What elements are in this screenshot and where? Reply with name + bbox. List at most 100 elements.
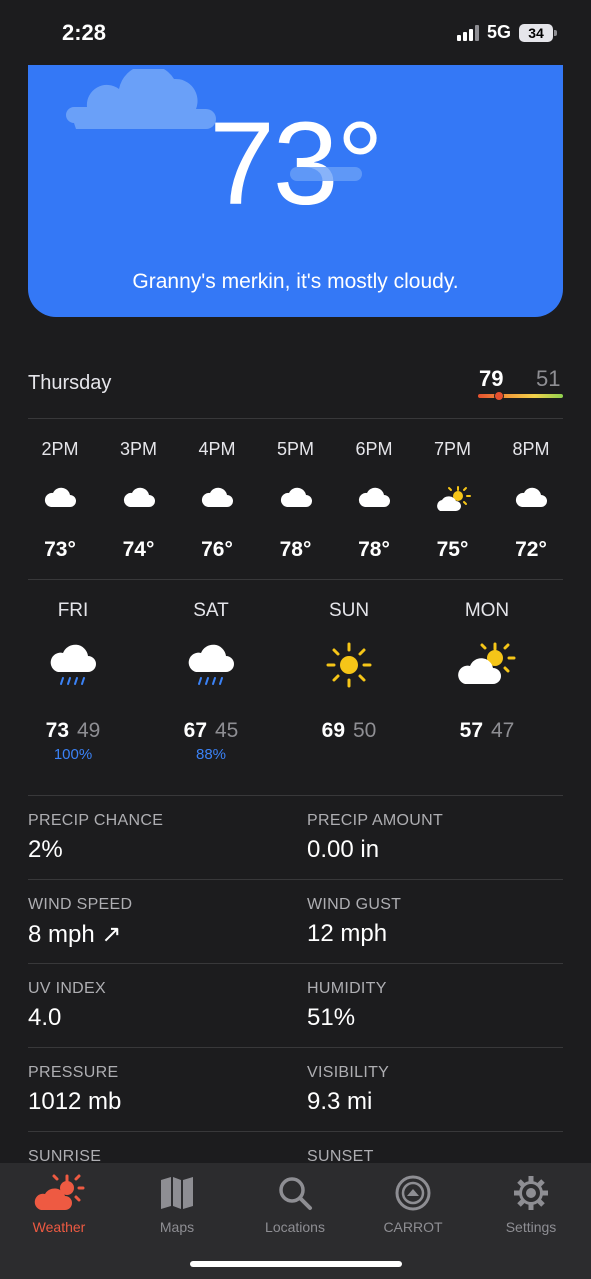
current-conditions-card[interactable]: 73° Granny's merkin, it's mostly cloudy.	[28, 65, 563, 317]
hourly-item[interactable]: 5PM 78°	[264, 419, 328, 579]
day-temps: 57 47	[418, 719, 556, 743]
battery-level: 34	[528, 24, 544, 41]
day-low: 47	[491, 719, 515, 742]
today-summary[interactable]: Thursday 79 51	[28, 362, 563, 419]
wind-speed-cell: WIND SPEED 8 mph ↗	[28, 896, 132, 949]
visibility-cell: VISIBILITY 9.3 mi	[307, 1064, 389, 1116]
hour-temp: 74°	[122, 538, 155, 561]
tab-carrot[interactable]: CARROT	[354, 1171, 472, 1235]
hourly-item[interactable]: 3PM 74°	[107, 419, 171, 579]
tab-label: Settings	[505, 1219, 557, 1235]
status-bar: 2:28 5G 34	[0, 0, 591, 66]
day-high: 69	[321, 719, 345, 742]
detail-row: UV INDEX 4.0 HUMIDITY 51%	[28, 963, 563, 1047]
day-temps: 67 45	[142, 719, 280, 743]
today-day-label: Thursday	[28, 372, 112, 394]
hour-temp: 78°	[279, 538, 312, 561]
detail-label: VISIBILITY	[307, 1064, 390, 1081]
hourly-item[interactable]: 2PM 73°	[28, 419, 92, 579]
weather-details: PRECIP CHANCE 2% PRECIP AMOUNT 0.00 in WIN…	[28, 795, 563, 1215]
day-temps: 69 50	[280, 719, 418, 743]
precip-amount-cell: PRECIP AMOUNT 0.00 in	[307, 812, 443, 864]
pressure-cell: PRESSURE 1012 mb	[28, 1064, 121, 1116]
cloud-icon	[280, 487, 312, 507]
detail-label: HUMIDITY	[307, 980, 387, 997]
detail-value: 4.0	[28, 1004, 62, 1031]
detail-label: PRECIP AMOUNT	[307, 812, 444, 829]
hour-temp: 76°	[201, 538, 233, 561]
tab-settings[interactable]: Settings	[472, 1171, 590, 1235]
detail-label: WIND GUST	[307, 896, 402, 913]
wind-gust-cell: WIND GUST 12 mph	[307, 896, 401, 948]
weather-icon	[34, 1174, 85, 1210]
day-high: 73	[45, 719, 69, 742]
tab-locations[interactable]: Locations	[236, 1171, 354, 1235]
tab-weather[interactable]: Weather	[0, 1171, 118, 1235]
detail-label: WIND SPEED	[28, 896, 133, 913]
day-label: SAT	[193, 600, 229, 621]
detail-label: PRESSURE	[28, 1064, 119, 1081]
temperature-range-bar	[478, 394, 563, 398]
battery-icon: 34	[519, 23, 557, 42]
detail-value: 51%	[307, 1004, 356, 1031]
today-low: 51	[536, 366, 561, 391]
day-temps: 73 49	[4, 719, 142, 743]
hour-temp: 75°	[436, 538, 469, 561]
day-low: 50	[353, 719, 377, 742]
detail-value: 1012 mb	[28, 1088, 122, 1115]
hourly-item[interactable]: 4PM 76°	[185, 419, 249, 579]
tab-label: Maps	[159, 1219, 195, 1235]
hour-label: 6PM	[355, 439, 393, 459]
detail-value: 0.00 in	[307, 836, 380, 863]
hour-label: 8PM	[512, 439, 550, 459]
tab-label: Locations	[265, 1219, 325, 1235]
today-high: 79	[479, 366, 504, 391]
cloud-icon	[358, 487, 390, 507]
network-label: 5G	[486, 22, 511, 42]
carrot-icon	[395, 1175, 431, 1211]
detail-value: 12 mph	[307, 920, 388, 947]
hourly-item[interactable]: 6PM 78°	[342, 419, 406, 579]
detail-value: 9.3 mi	[307, 1088, 373, 1115]
hour-label: 7PM	[433, 439, 471, 459]
status-indicators: 5G 34	[456, 22, 557, 43]
hour-label: 2PM	[41, 439, 79, 459]
cloud-icon	[123, 487, 155, 507]
weather-caption: Granny's merkin, it's mostly cloudy.	[132, 270, 459, 293]
cloud-icon	[44, 487, 76, 507]
home-indicator[interactable]	[190, 1261, 402, 1267]
sun-icon	[326, 642, 372, 688]
status-time: 2:28	[62, 20, 107, 45]
hour-label: 5PM	[276, 439, 314, 459]
day-label: SUN	[328, 600, 370, 621]
search-icon	[279, 1177, 312, 1210]
day-label: FRI	[57, 600, 89, 621]
detail-row: WIND SPEED 8 mph ↗ WIND GUST 12 mph	[28, 879, 563, 963]
cloud-wisp-icon	[290, 167, 362, 181]
day-low: 49	[77, 719, 101, 742]
detail-row: PRESSURE 1012 mb VISIBILITY 9.3 mi	[28, 1047, 563, 1131]
partly-sunny-icon	[436, 486, 471, 511]
day-high: 57	[459, 719, 483, 742]
detail-label: UV INDEX	[28, 980, 106, 997]
rain-cloud-icon	[188, 644, 234, 685]
tab-maps[interactable]: Maps	[118, 1171, 236, 1235]
partly-sunny-icon	[458, 642, 516, 684]
rain-cloud-icon	[50, 644, 96, 685]
precip-chance-cell: PRECIP CHANCE 2%	[28, 812, 163, 864]
hour-temp: 73°	[44, 538, 76, 561]
hourly-item[interactable]: 8PM 72°	[499, 419, 563, 579]
detail-label: PRECIP CHANCE	[28, 812, 164, 829]
hourly-item[interactable]: 7PM 75°	[421, 419, 485, 579]
daily-forecast[interactable]: FRI 73 49 100% SAT 67 45 88% SUN 69 50 M…	[0, 580, 591, 795]
hour-label: 4PM	[198, 439, 236, 459]
detail-value: 8 mph ↗	[28, 921, 122, 948]
hour-label: 3PM	[119, 439, 157, 459]
signal-icon	[456, 24, 479, 41]
cloud-icon	[201, 487, 233, 507]
uv-index-cell: UV INDEX 4.0	[28, 980, 106, 1032]
tab-label: Weather	[32, 1219, 86, 1235]
humidity-cell: HUMIDITY 51%	[307, 980, 387, 1032]
hourly-forecast[interactable]: 2PM 73° 3PM 74° 4PM 76° 5PM 78° 6PM 78° …	[28, 419, 563, 580]
day-low: 45	[215, 719, 239, 742]
